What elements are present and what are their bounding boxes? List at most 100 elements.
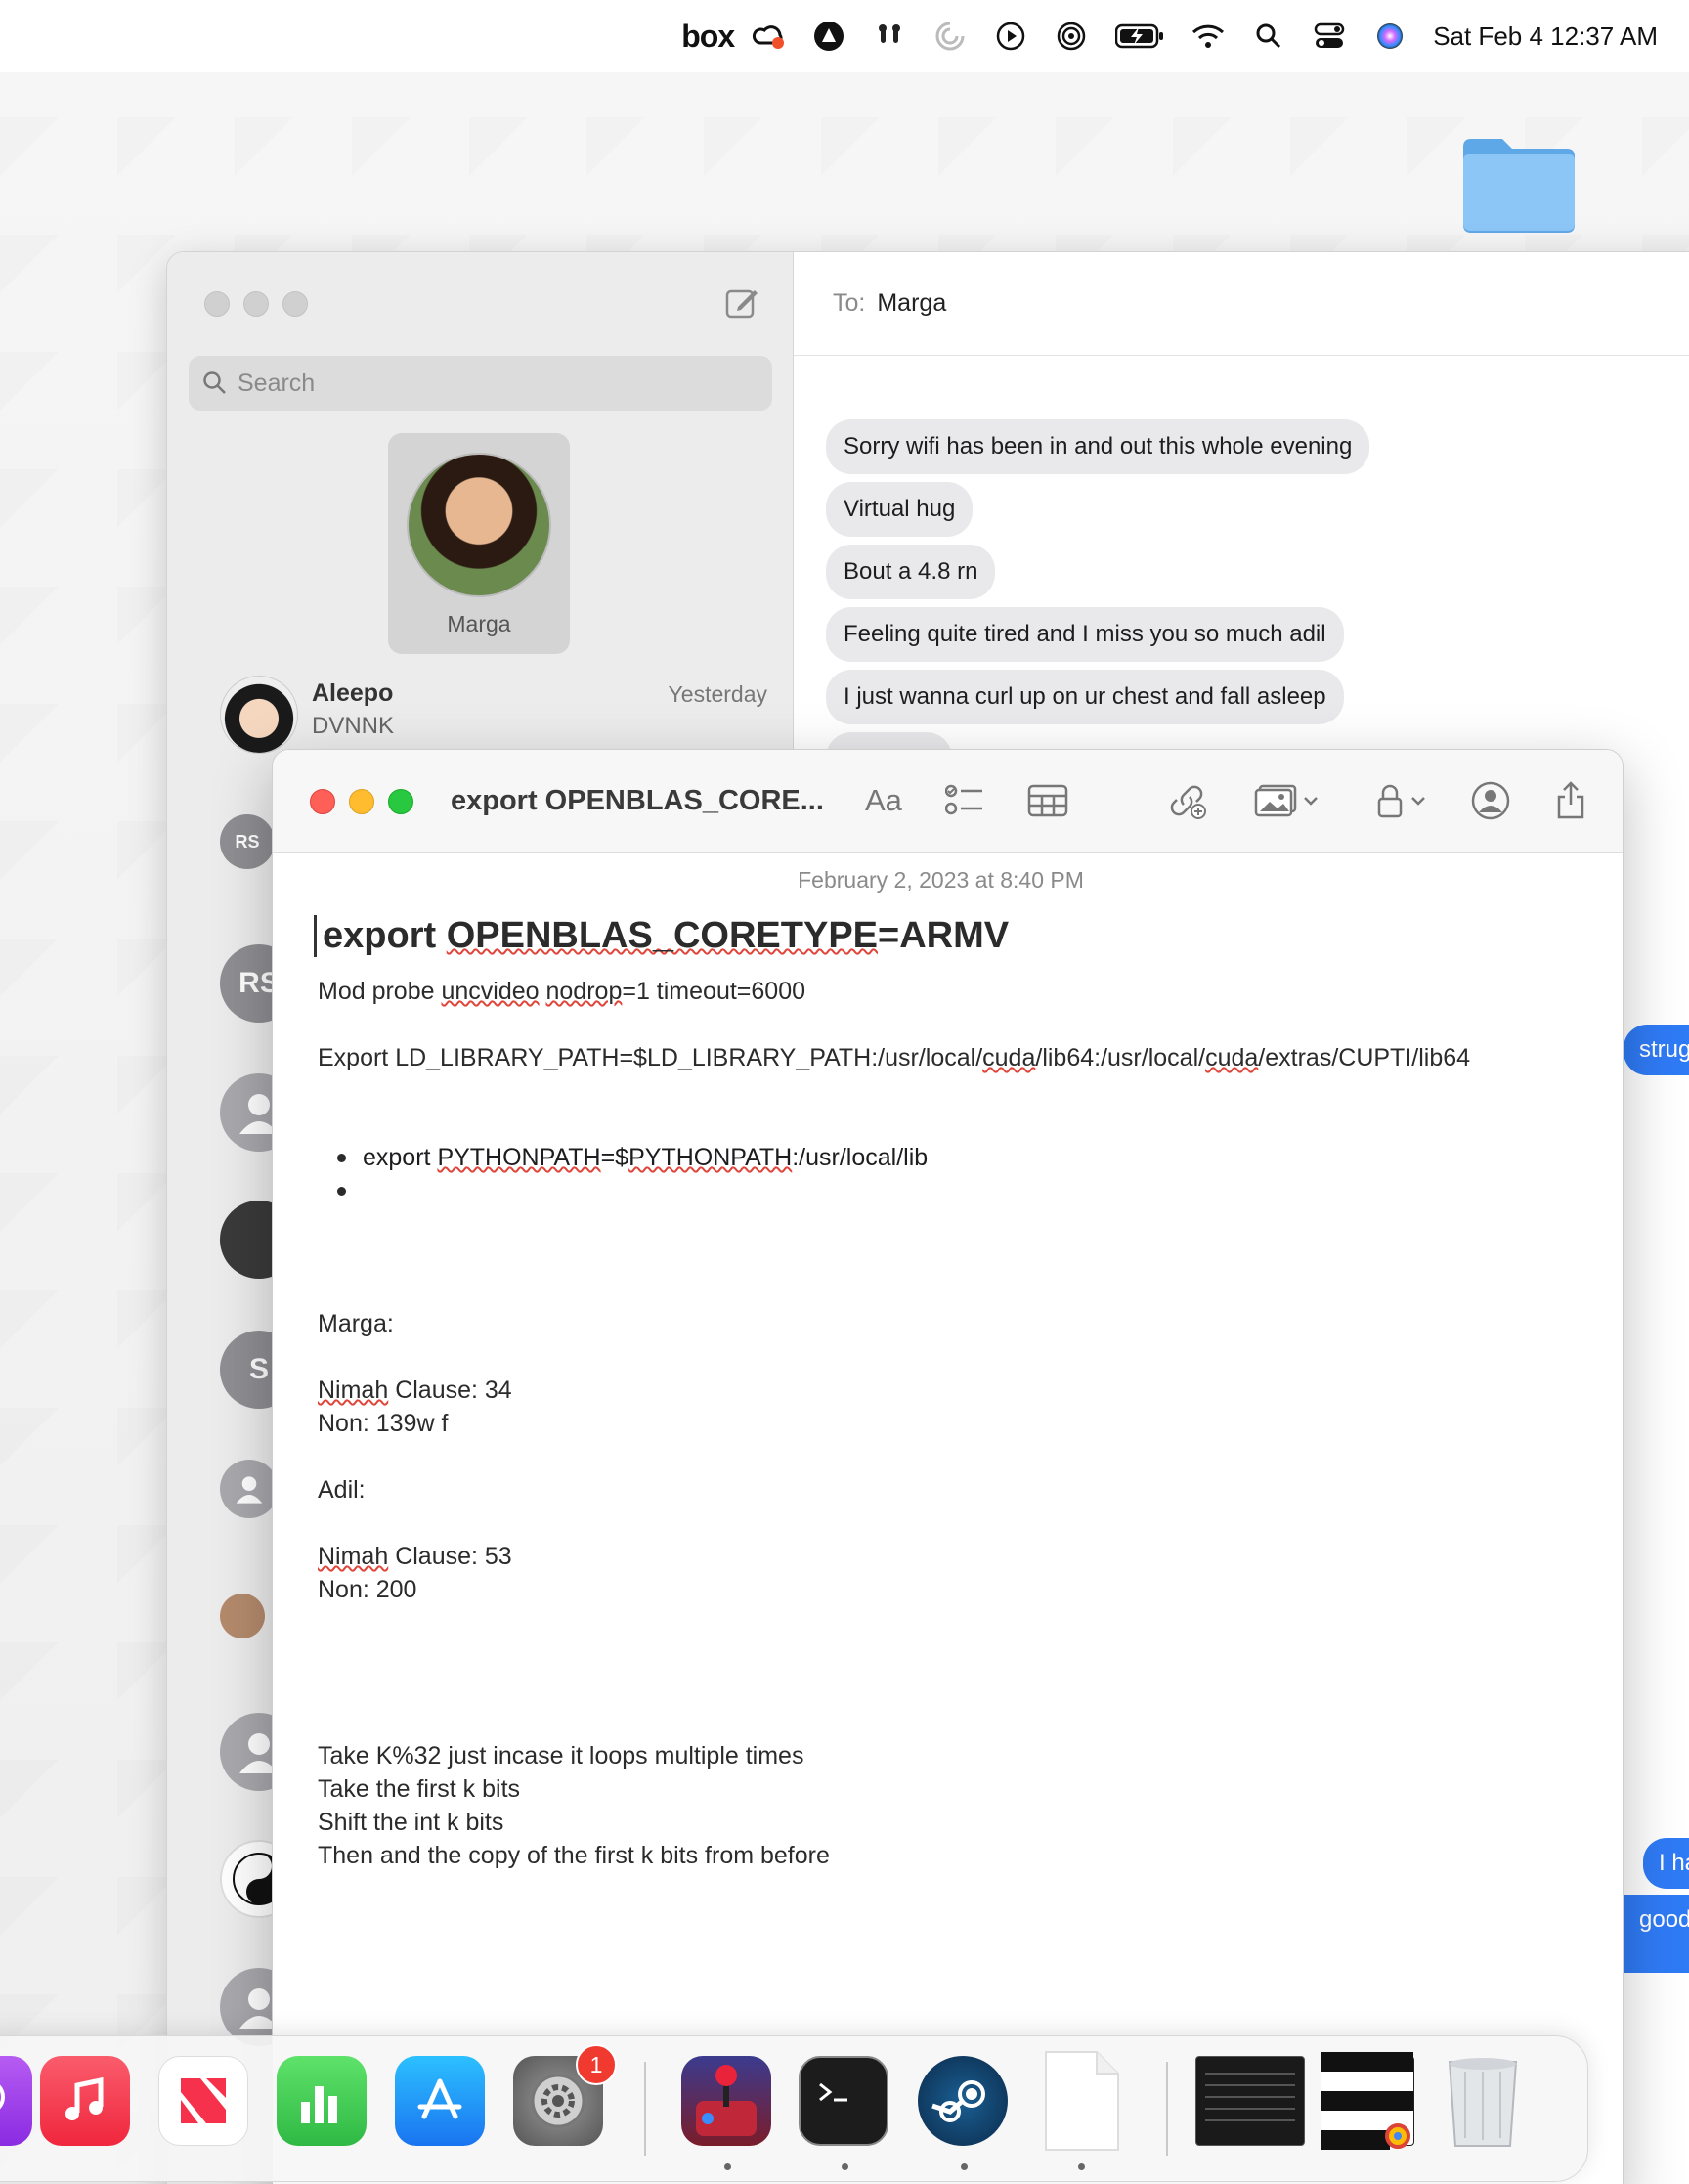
note-line-ld-library-path: Export LD_LIBRARY_PATH=$LD_LIBRARY_PATH:…	[318, 1044, 1471, 1071]
trash-icon[interactable]	[1438, 2056, 1528, 2147]
spotlight-search-icon[interactable]	[1251, 19, 1286, 54]
conversation-preview: DVNNK	[312, 713, 395, 739]
dock: 1	[0, 2035, 1588, 2182]
running-indicator	[1078, 2163, 1085, 2170]
conversation-timestamp: Yesterday	[668, 681, 767, 707]
note-line-marga-non: Non: 139w f	[318, 1410, 449, 1437]
terminal-icon[interactable]	[799, 2056, 888, 2146]
pinned-conversation-marga[interactable]: Marga	[388, 433, 570, 654]
sent-message[interactable]: strug	[1624, 1025, 1689, 1075]
airdrop-icon[interactable]	[1054, 19, 1089, 54]
avatar[interactable]	[220, 1594, 265, 1638]
play-circle-icon[interactable]	[993, 19, 1028, 54]
received-message[interactable]: Virtual hug	[826, 482, 974, 537]
media-insert-icon[interactable]	[1254, 779, 1319, 822]
battery-charging-icon[interactable]	[1114, 19, 1165, 54]
numbers-icon[interactable]	[277, 2056, 367, 2146]
note-label-adil: Adil:	[318, 1476, 366, 1504]
notes-toolbar: export OPENBLAS_CORE... Aa	[273, 750, 1623, 853]
share-icon[interactable]	[1555, 779, 1586, 822]
note-line-algo: Take the first k bits	[318, 1775, 521, 1803]
app-store-icon[interactable]	[395, 2056, 485, 2146]
zoom-button[interactable]	[282, 291, 308, 317]
music-icon[interactable]	[40, 2056, 130, 2146]
group-avatar[interactable]: RS	[220, 814, 275, 869]
loading-spinner-icon[interactable]	[932, 19, 968, 54]
siri-icon[interactable]	[1372, 19, 1408, 54]
sent-message-text: strug	[1639, 1036, 1689, 1063]
note-line-marga-nimah: Nimah Clause: 34	[318, 1376, 512, 1404]
minimize-button[interactable]	[243, 291, 269, 317]
note-editor[interactable]: February 2, 2023 at 8:40 PM export OPENB…	[314, 853, 1583, 1872]
avatar-initials: S	[248, 1353, 269, 1385]
note-line-algo: Take K%32 just incase it loops multiple …	[318, 1742, 804, 1769]
notification-badge: 1	[576, 2044, 617, 2085]
running-indicator	[961, 2163, 968, 2170]
note-date: February 2, 2023 at 8:40 PM	[798, 867, 1084, 893]
avatar	[407, 453, 551, 597]
collaborate-link-icon[interactable]	[1168, 779, 1207, 822]
share-collaborators-icon[interactable]	[1471, 779, 1512, 822]
received-message[interactable]: I just wanna curl up on ur chest and fal…	[826, 670, 1344, 724]
note-line-adil-non: Non: 200	[318, 1576, 417, 1603]
conversation-row[interactable]: Aleepo DVNNK Yesterday	[220, 676, 767, 760]
note-line-algo: Then and the copy of the first k bits fr…	[318, 1842, 830, 1869]
airpods-icon[interactable]	[872, 19, 907, 54]
wifi-icon[interactable]	[1191, 19, 1226, 54]
sent-message-text: I ha	[1659, 1850, 1689, 1876]
box-logo-text: box	[681, 18, 735, 54]
note-line-algo: Shift the int k bits	[318, 1809, 504, 1836]
news-icon[interactable]	[158, 2056, 248, 2146]
system-settings-icon[interactable]: 1	[513, 2044, 617, 2146]
table-icon[interactable]	[1027, 779, 1068, 822]
list-item: export PYTHONPATH=$PYTHONPATH:/usr/local…	[335, 1141, 1583, 1174]
sent-message-text: goodr	[1639, 1906, 1689, 1933]
control-center-icon[interactable]	[1312, 19, 1347, 54]
box-drive-icon[interactable]: box	[681, 19, 735, 54]
notes-window: export OPENBLAS_CORE... Aa February 2, 2	[272, 749, 1624, 2184]
checklist-icon[interactable]	[945, 779, 984, 822]
window-thumbnail-1[interactable]	[1195, 2056, 1305, 2146]
menu-bar-clock[interactable]: Sat Feb 4 12:37 AM	[1433, 22, 1658, 52]
to-label: To:	[833, 289, 866, 317]
received-message[interactable]: Feeling quite tired and I miss you so mu…	[826, 607, 1344, 662]
close-button[interactable]	[310, 789, 335, 814]
message-transcript: Sorry wifi has been in and out this whol…	[826, 419, 1370, 795]
podcasts-icon[interactable]	[0, 2056, 32, 2146]
search-placeholder: Search	[238, 369, 316, 397]
conversation-name: Aleepo	[312, 679, 394, 707]
vpn-shield-icon[interactable]	[811, 19, 846, 54]
note-line-modprobe: Mod probe uncvideo nodrop=1 timeout=6000	[318, 978, 806, 1005]
zoom-button[interactable]	[388, 789, 413, 814]
note-label-marga: Marga:	[318, 1310, 394, 1337]
chevron-down-icon	[1411, 797, 1425, 806]
compose-icon[interactable]	[724, 285, 759, 321]
lock-note-icon[interactable]	[1375, 779, 1426, 822]
format-label: Aa	[865, 783, 902, 817]
close-button[interactable]	[204, 291, 230, 317]
steam-icon[interactable]	[918, 2056, 1008, 2146]
group-avatar[interactable]	[220, 1460, 279, 1518]
search-field[interactable]: Search	[189, 356, 772, 411]
blank-document-icon[interactable]	[1037, 2051, 1127, 2151]
running-indicator	[842, 2163, 848, 2170]
notes-window-controls	[310, 789, 413, 814]
list-item	[335, 1174, 1583, 1207]
window-thumbnail-2[interactable]	[1321, 2052, 1414, 2150]
joystick-app-icon[interactable]	[681, 2056, 771, 2146]
creative-cloud-icon[interactable]	[751, 19, 786, 54]
received-message[interactable]: Sorry wifi has been in and out this whol…	[826, 419, 1370, 474]
dock-separator	[644, 2062, 646, 2156]
format-text-button[interactable]: Aa	[865, 779, 902, 822]
sent-message[interactable]: goodr	[1624, 1895, 1689, 1973]
desktop-folder-icon[interactable]	[1459, 135, 1579, 235]
received-message[interactable]: Bout a 4.8 rn	[826, 545, 996, 599]
recipient-name[interactable]: Marga	[877, 289, 946, 318]
avatar	[220, 676, 298, 754]
note-line-adil-nimah: Nimah Clause: 53	[318, 1543, 512, 1570]
sent-message[interactable]: I ha	[1643, 1838, 1689, 1889]
note-heading: export OPENBLAS_CORETYPE=ARMV	[314, 915, 1583, 957]
minimize-button[interactable]	[349, 789, 374, 814]
messages-window-controls	[204, 291, 308, 317]
note-window-title: export OPENBLAS_CORE...	[451, 785, 824, 816]
